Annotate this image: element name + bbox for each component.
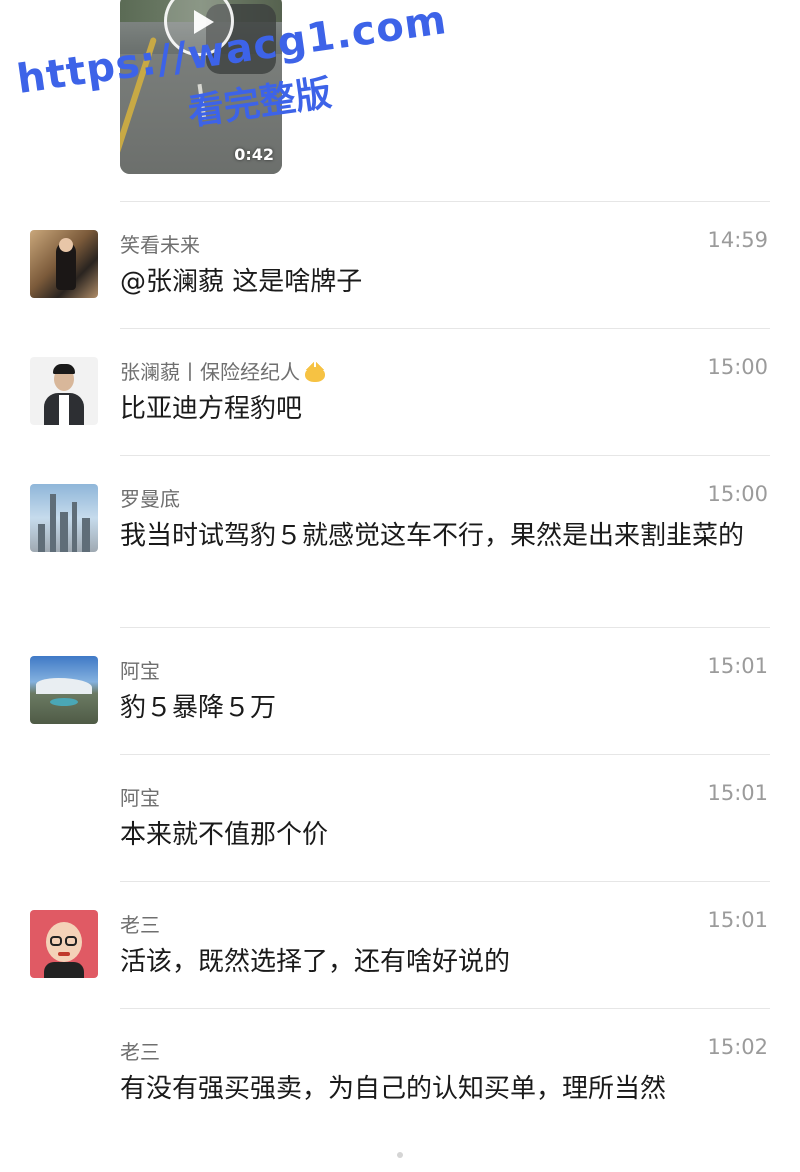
comment-text: 活该，既然选择了，还有啥好说的 — [120, 947, 511, 977]
divider — [120, 754, 770, 755]
video-duration: 0:42 — [234, 145, 274, 164]
comment-author[interactable]: 阿宝 — [120, 782, 160, 811]
divider — [120, 201, 770, 202]
comment-text: 本来就不值那个价 — [120, 820, 329, 850]
scroll-indicator — [397, 1152, 403, 1158]
comment-time: 15:02 — [707, 1035, 768, 1059]
comment-author[interactable]: 笑看未来 — [120, 229, 200, 258]
divider — [120, 881, 770, 882]
video-thumbnail[interactable]: 0:42 — [120, 0, 282, 174]
avatar[interactable] — [30, 484, 98, 552]
avatar[interactable] — [30, 910, 98, 978]
comment-text: 我当时试驾豹５就感觉这车不行，果然是出来割韭菜的 — [120, 521, 745, 551]
comment-time: 15:01 — [707, 654, 768, 678]
comment-author[interactable]: 老三 — [120, 909, 160, 938]
comment-time: 15:00 — [707, 482, 768, 506]
comment-text: 豹５暴降５万 — [120, 693, 277, 723]
comment-author[interactable]: 张澜藐丨保险经纪人 — [120, 356, 326, 385]
comment-text: 比亚迪方程豹吧 — [120, 394, 303, 424]
comment-author[interactable]: 阿宝 — [120, 655, 160, 684]
comment-author-text: 张澜藐丨保险经纪人 — [120, 360, 300, 384]
divider — [120, 1008, 770, 1009]
divider — [120, 627, 770, 628]
comment-author[interactable]: 罗曼底 — [120, 483, 180, 512]
avatar[interactable] — [30, 656, 98, 724]
divider — [120, 328, 770, 329]
comment-text: @张澜藐 这是啥牌子 — [120, 267, 363, 297]
avatar[interactable] — [30, 357, 98, 425]
comment-time: 15:01 — [707, 908, 768, 932]
cat-face-icon — [304, 362, 326, 382]
comment-time: 14:59 — [707, 228, 768, 252]
divider — [120, 455, 770, 456]
comment-time: 15:00 — [707, 355, 768, 379]
comment-author[interactable]: 老三 — [120, 1036, 160, 1065]
comment-text: 有没有强买强卖，为自己的认知买单，理所当然 — [120, 1074, 667, 1104]
comment-time: 15:01 — [707, 781, 768, 805]
comment-feed: 0:42 https://wacg1.com 看完整版 笑看未来 14:59 @… — [0, 0, 800, 1172]
avatar[interactable] — [30, 230, 98, 298]
